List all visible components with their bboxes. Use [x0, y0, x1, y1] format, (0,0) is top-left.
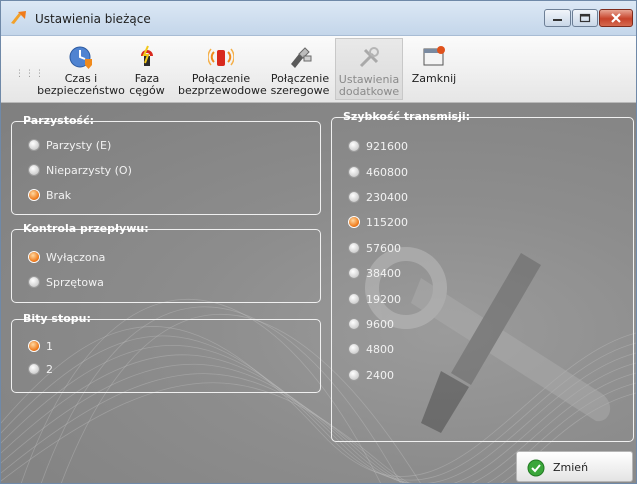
minimize-button[interactable] — [544, 9, 571, 27]
parity-title: Parzystość: — [23, 114, 95, 127]
toolbar-additional-settings[interactable]: Ustawienia dodatkowe — [335, 38, 403, 100]
close-icon — [611, 13, 621, 23]
radio-button-selected-icon — [29, 252, 39, 262]
stop-bits-title: Bity stopu: — [23, 312, 91, 325]
clamp-phase-icon — [141, 45, 153, 66]
option-label: 115200 — [366, 216, 408, 229]
toolbar-serial[interactable]: Połączenie szeregowe — [269, 38, 331, 100]
option-label: 230400 — [366, 191, 408, 204]
plug-arrow-icon — [11, 11, 26, 24]
option-label: 4800 — [366, 343, 394, 356]
option-label: Sprzętowa — [46, 276, 104, 289]
option-label: Wyłączona — [46, 251, 106, 264]
baud-option-19200[interactable]: 19200 — [349, 293, 401, 309]
option-label: 9600 — [366, 318, 394, 331]
flow-control-group: Kontrola przepływu: Wyłączona Sprzętowa — [11, 222, 321, 303]
toolbar-label: Zamknij — [411, 72, 457, 85]
option-label: 460800 — [366, 166, 408, 179]
radio-button-icon — [349, 319, 359, 329]
radio-button-icon — [29, 165, 39, 175]
radio-button-icon — [349, 141, 359, 151]
tools-icon — [359, 47, 379, 68]
stop-bits-option-2[interactable]: 2 — [29, 363, 53, 379]
apply-button-label: Zmień — [553, 461, 589, 474]
maximize-button[interactable] — [572, 9, 598, 27]
baud-option-38400[interactable]: 38400 — [349, 267, 401, 283]
baud-option-460800[interactable]: 460800 — [349, 166, 408, 182]
baud-option-9600[interactable]: 9600 — [349, 318, 394, 334]
settings-window: Ustawienia bieżące ⋮⋮⋮ Czas i bezpieczeń… — [0, 0, 637, 484]
toolbar-time-security[interactable]: Czas i bezpieczeństwo — [37, 38, 125, 100]
option-label: Brak — [46, 189, 72, 202]
toolbar-label: dodatkowe — [338, 85, 400, 98]
toolbar-label: bezprzewodowe — [178, 84, 267, 97]
radio-button-icon — [349, 370, 359, 380]
baud-option-57600[interactable]: 57600 — [349, 242, 401, 258]
baud-option-115200[interactable]: 115200 — [349, 216, 408, 232]
parity-group: Parzystość: Parzysty (E) Nieparzysty (O)… — [11, 114, 321, 215]
flow-control-title: Kontrola przepływu: — [23, 222, 149, 235]
radio-button-icon — [349, 192, 359, 202]
apply-button[interactable]: Zmień — [516, 451, 633, 482]
option-label: 19200 — [366, 293, 401, 306]
settings-panel: Parzystość: Parzysty (E) Nieparzysty (O)… — [1, 103, 636, 483]
radio-button-icon — [349, 167, 359, 177]
option-label: 2 — [46, 363, 53, 376]
baud-rate-title: Szybkość transmisji: — [343, 110, 471, 123]
wireless-icon — [208, 48, 234, 66]
radio-button-selected-icon — [29, 341, 39, 351]
option-label: Nieparzysty (O) — [46, 164, 132, 177]
maximize-icon — [579, 13, 591, 23]
title-bar: Ustawienia bieżące — [1, 1, 636, 36]
option-label: 57600 — [366, 242, 401, 255]
toolbar-close[interactable]: Zamknij — [409, 38, 459, 100]
option-label: 921600 — [366, 140, 408, 153]
flow-option-hardware[interactable]: Sprzętowa — [29, 276, 104, 292]
parity-option-odd[interactable]: Nieparzysty (O) — [29, 164, 132, 180]
option-label: 2400 — [366, 369, 394, 382]
radio-button-icon — [29, 277, 39, 287]
stop-bits-option-1[interactable]: 1 — [29, 340, 53, 356]
toolbar-label: cęgów — [129, 84, 165, 97]
check-icon — [527, 459, 545, 477]
baud-rate-group: Szybkość transmisji: 921600 460800 23040… — [331, 110, 634, 442]
option-label: 1 — [46, 340, 53, 353]
baud-option-4800[interactable]: 4800 — [349, 343, 394, 359]
toolbar-label: bezpieczeństwo — [37, 84, 125, 97]
toolbar-wireless[interactable]: Połączenie bezprzewodowe — [178, 38, 267, 100]
baud-option-921600[interactable]: 921600 — [349, 140, 408, 156]
serial-connection-icon — [291, 47, 312, 68]
baud-option-2400[interactable]: 2400 — [349, 369, 394, 385]
toolbar-clamp-phase[interactable]: Faza cęgów — [129, 38, 165, 100]
radio-button-icon — [29, 140, 39, 150]
clock-shield-icon — [69, 46, 92, 69]
parity-option-none[interactable]: Brak — [29, 189, 71, 205]
radio-button-icon — [349, 268, 359, 278]
parity-option-even[interactable]: Parzysty (E) — [29, 139, 111, 155]
radio-button-icon — [349, 294, 359, 304]
option-label: 38400 — [366, 267, 401, 280]
baud-option-230400[interactable]: 230400 — [349, 191, 408, 207]
stop-bits-group: Bity stopu: 1 2 — [11, 312, 321, 393]
radio-button-icon — [29, 364, 39, 374]
flow-option-disabled[interactable]: Wyłączona — [29, 251, 105, 267]
radio-button-icon — [349, 344, 359, 354]
radio-button-selected-icon — [29, 190, 39, 200]
radio-button-icon — [349, 243, 359, 253]
close-button[interactable] — [599, 9, 633, 27]
radio-button-selected-icon — [349, 217, 359, 227]
close-window-icon — [423, 46, 445, 66]
option-label: Parzysty (E) — [46, 139, 112, 152]
minimize-icon — [553, 19, 562, 21]
toolbar: ⋮⋮⋮ Czas i bezpieczeństwo Faza cęgów Poł… — [1, 36, 636, 103]
window-title: Ustawienia bieżące — [35, 12, 151, 26]
toolbar-label: szeregowe — [270, 84, 330, 97]
